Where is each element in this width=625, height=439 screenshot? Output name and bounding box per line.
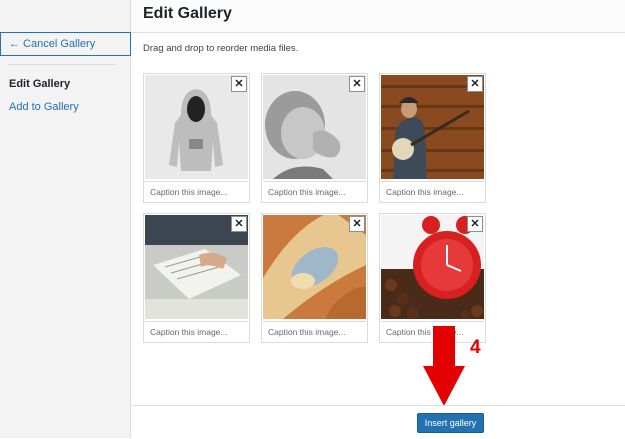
caption-input[interactable]: Caption this image... bbox=[145, 181, 248, 201]
cancel-gallery-link[interactable]: ← Cancel Gallery bbox=[0, 32, 131, 56]
sidebar: ← Cancel Gallery Edit Gallery Add to Gal… bbox=[0, 0, 131, 438]
gallery-item-child-praying[interactable]: ✕ Caption this image... bbox=[261, 73, 368, 203]
caption-input[interactable]: Caption this image... bbox=[263, 321, 366, 341]
close-icon[interactable]: ✕ bbox=[231, 216, 247, 232]
close-icon[interactable]: ✕ bbox=[349, 76, 365, 92]
caption-input[interactable]: Caption this image... bbox=[263, 181, 366, 201]
sidebar-separator bbox=[8, 64, 116, 65]
gallery-item-banjo-player[interactable]: ✕ Caption this image... bbox=[379, 73, 486, 203]
sidebar-item-edit-gallery[interactable]: Edit Gallery bbox=[9, 78, 70, 90]
sidebar-item-add-to-gallery[interactable]: Add to Gallery bbox=[9, 101, 79, 113]
gallery-item-notebook[interactable]: ✕ Caption this image... bbox=[143, 213, 250, 343]
caption-input[interactable]: Caption this image... bbox=[381, 181, 484, 201]
close-icon[interactable]: ✕ bbox=[467, 76, 483, 92]
gallery-item-hoodie[interactable]: ✕ Caption this image... bbox=[143, 73, 250, 203]
gallery-item-alarm-clock[interactable]: ✕ Caption this image... bbox=[379, 213, 486, 343]
bottom-toolbar bbox=[131, 405, 625, 439]
page-title: Edit Gallery bbox=[143, 5, 232, 22]
close-icon[interactable]: ✕ bbox=[349, 216, 365, 232]
caption-input[interactable]: Caption this image... bbox=[145, 321, 248, 341]
step-number: 4 bbox=[470, 337, 481, 358]
close-icon[interactable]: ✕ bbox=[467, 216, 483, 232]
gallery-item-bread[interactable]: ✕ Caption this image... bbox=[261, 213, 368, 343]
close-icon[interactable]: ✕ bbox=[231, 76, 247, 92]
header: Edit Gallery bbox=[131, 0, 625, 33]
arrow-down-icon bbox=[423, 326, 465, 406]
insert-gallery-button[interactable]: Insert gallery bbox=[417, 413, 484, 433]
instructions-text: Drag and drop to reorder media files. bbox=[143, 43, 299, 54]
